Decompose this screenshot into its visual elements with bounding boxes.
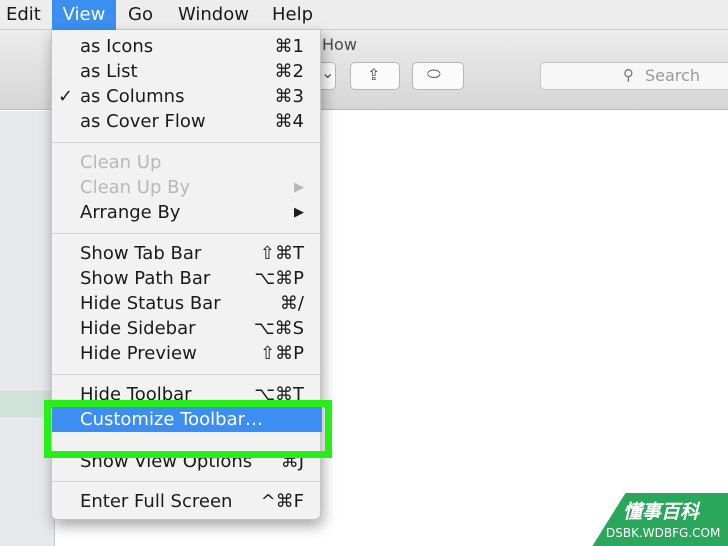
menu-edit[interactable]: Edit [6, 0, 41, 30]
menu-item-shortcut: ⇧⌘T [259, 243, 304, 264]
menu-item-clean-up-by: Clean Up By ▶ [52, 175, 322, 200]
menu-item-shortcut: ⌘2 [274, 61, 304, 82]
chevron-down-icon: ⌄ [321, 63, 335, 82]
menu-item-label: Hide Sidebar [80, 318, 196, 339]
highlight-callout-box [44, 400, 332, 458]
tag-button[interactable]: ⬭ [412, 62, 464, 90]
tag-icon: ⬭ [427, 64, 441, 83]
search-placeholder: Search [645, 66, 700, 85]
menu-item-shortcut: ⌥⌘P [254, 268, 304, 289]
menu-item-clean-up: Clean Up [52, 150, 322, 175]
menu-view[interactable]: View [52, 0, 116, 30]
menu-item-shortcut: ⌥⌘S [253, 318, 304, 339]
menu-item-label: Enter Full Screen [80, 491, 233, 512]
menu-item-shortcut: ⇧⌘P [260, 343, 304, 364]
menu-item-label: Hide Preview [80, 343, 197, 364]
menu-item-label: Show Path Bar [80, 268, 211, 289]
menu-separator [52, 142, 322, 143]
share-button[interactable]: ⇪ [350, 62, 400, 90]
menu-item-label: Hide Status Bar [80, 293, 221, 314]
menu-item-show-path-bar[interactable]: Show Path Bar ⌥⌘P [52, 266, 322, 291]
menu-item-label: Show Tab Bar [80, 243, 202, 264]
share-icon: ⇪ [367, 65, 381, 84]
menu-item-as-cover-flow[interactable]: as Cover Flow ⌘4 [52, 109, 322, 134]
menu-go[interactable]: Go [128, 0, 153, 30]
search-field[interactable]: ⚲ Search [540, 62, 728, 90]
menu-item-shortcut: ⌘3 [274, 86, 304, 107]
menu-separator [52, 374, 322, 375]
menu-item-show-tab-bar[interactable]: Show Tab Bar ⇧⌘T [52, 241, 322, 266]
menu-window[interactable]: Window [178, 0, 249, 30]
menu-item-hide-status-bar[interactable]: Hide Status Bar ⌘/ [52, 291, 322, 316]
menu-item-label: as List [80, 61, 138, 82]
menu-item-as-icons[interactable]: as Icons ⌘1 [52, 34, 322, 59]
menu-item-hide-sidebar[interactable]: Hide Sidebar ⌥⌘S [52, 316, 322, 341]
menu-item-label: Clean Up By [80, 177, 191, 198]
menu-item-shortcut: ^⌘F [260, 491, 304, 512]
watermark-url: DSBK.WDBFG.COM [606, 526, 721, 540]
submenu-arrow-icon: ▶ [294, 180, 304, 195]
watermark-text: 懂事百科 [623, 501, 700, 523]
menu-item-label: Arrange By [80, 202, 181, 223]
window-title: How [322, 35, 357, 54]
sidebar [0, 111, 55, 546]
menu-help[interactable]: Help [272, 0, 313, 30]
menu-item-arrange-by[interactable]: Arrange By ▶ [52, 200, 322, 225]
checkmark-icon: ✓ [58, 86, 74, 107]
menu-item-label: Clean Up [80, 152, 162, 173]
menu-item-shortcut: ⌘1 [274, 36, 304, 57]
menu-item-label: as Columns [80, 86, 185, 107]
menu-item-hide-preview[interactable]: Hide Preview ⇧⌘P [52, 341, 322, 366]
menu-item-shortcut: ⌘4 [274, 111, 304, 132]
submenu-arrow-icon: ▶ [294, 205, 304, 220]
search-icon: ⚲ [623, 66, 634, 84]
menu-item-shortcut: ⌘/ [279, 293, 304, 314]
menu-item-as-columns[interactable]: ✓ as Columns ⌘3 [52, 84, 322, 109]
menu-bar: Edit View Go Window Help [0, 0, 728, 30]
menu-separator [52, 233, 322, 234]
menu-separator [52, 481, 322, 482]
menu-item-enter-full-screen[interactable]: Enter Full Screen ^⌘F [52, 489, 322, 514]
menu-item-label: as Cover Flow [80, 111, 206, 132]
menu-item-label: as Icons [80, 36, 154, 57]
menu-item-as-list[interactable]: as List ⌘2 [52, 59, 322, 84]
